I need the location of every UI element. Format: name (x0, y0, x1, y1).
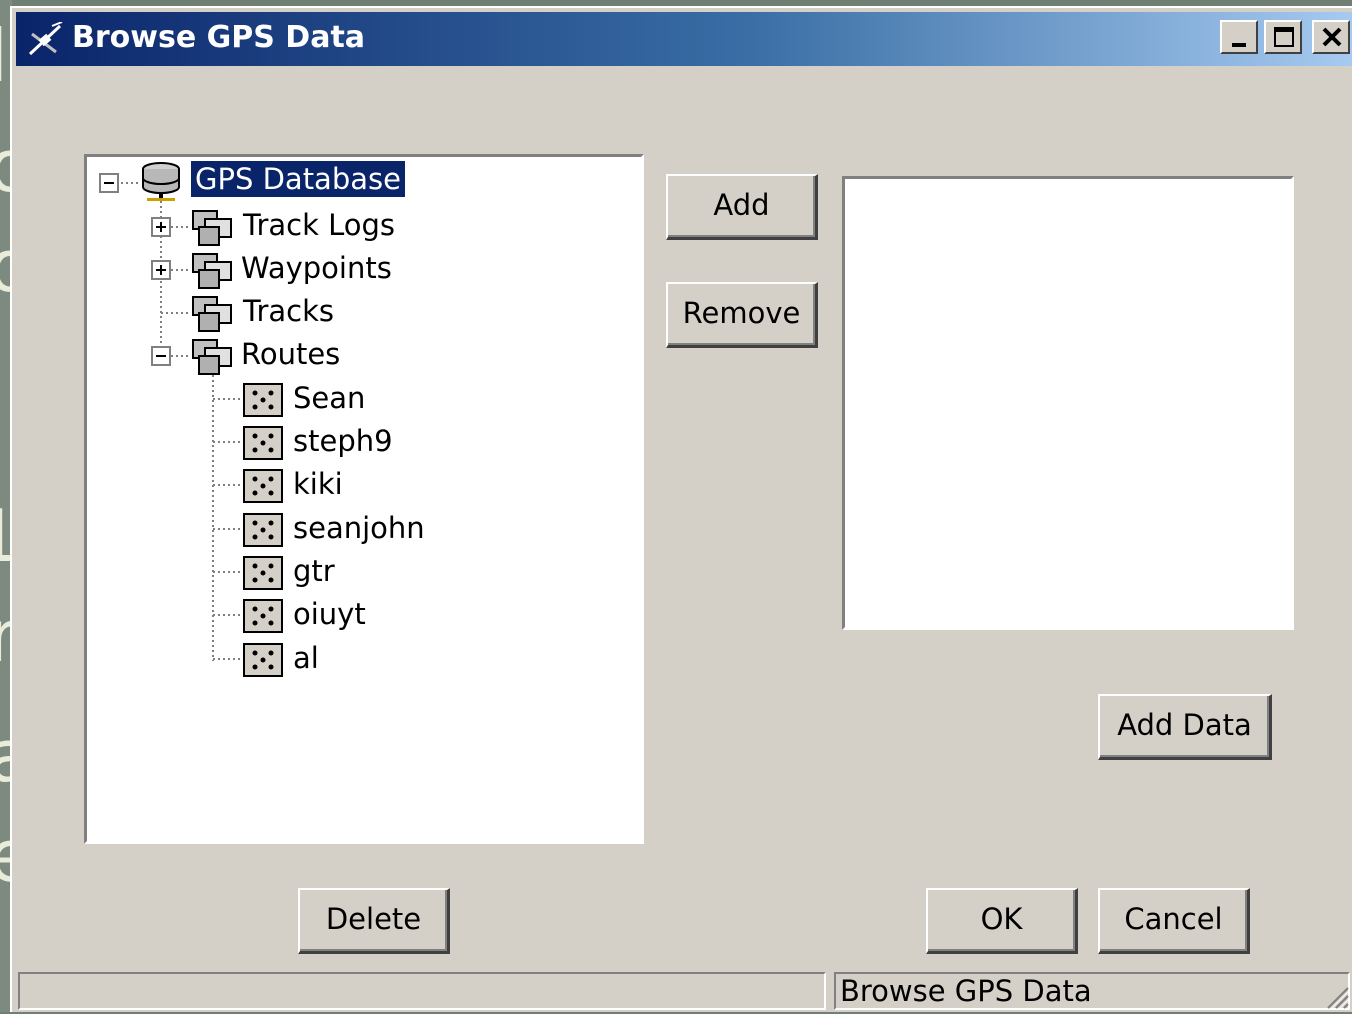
database-icon (142, 162, 180, 201)
tree-root-gps-database[interactable]: GPS Database (191, 161, 405, 197)
add-data-button[interactable]: Add Data (1098, 694, 1272, 760)
status-pane-left (18, 972, 826, 1010)
route-item-kiki[interactable]: kiki (289, 466, 347, 502)
tree-item-routes[interactable]: Routes (237, 336, 344, 372)
satellite-icon (28, 22, 63, 56)
cancel-button[interactable]: Cancel (1098, 888, 1250, 954)
minimize-icon (1232, 43, 1246, 47)
gps-tree-view[interactable]: GPS Database Track Logs Waypoints Tracks (84, 154, 644, 844)
delete-button[interactable]: Delete (298, 888, 450, 954)
ok-button[interactable]: OK (926, 888, 1078, 954)
close-icon (1322, 27, 1342, 47)
background-glyph: l (0, 20, 8, 92)
plus-icon (156, 222, 166, 232)
window-title: Browse GPS Data (72, 20, 366, 55)
folder-layers-icon (192, 210, 232, 246)
route-item-steph9[interactable]: steph9 (289, 423, 397, 459)
tree-item-tracks[interactable]: Tracks (239, 293, 338, 329)
plus-icon (156, 265, 166, 275)
remove-button[interactable]: Remove (666, 282, 818, 348)
route-item-gtr[interactable]: gtr (289, 553, 339, 589)
add-data-button-label: Add Data (1117, 708, 1252, 742)
close-button[interactable] (1312, 20, 1350, 54)
resize-grip-icon[interactable] (1324, 984, 1350, 1010)
ok-button-label: OK (980, 902, 1023, 936)
route-icon (243, 383, 283, 417)
folder-layers-icon (192, 339, 232, 375)
status-bar: Browse GPS Data (16, 972, 1352, 1014)
minus-icon (156, 355, 166, 357)
add-button[interactable]: Add (666, 174, 818, 240)
delete-button-label: Delete (325, 902, 422, 936)
collapse-expander[interactable] (99, 173, 119, 193)
route-icon (243, 469, 283, 503)
remove-button-label: Remove (682, 296, 801, 330)
expand-expander[interactable] (151, 260, 171, 280)
cancel-button-label: Cancel (1124, 902, 1223, 936)
route-icon (243, 599, 283, 633)
minimize-button[interactable] (1220, 20, 1258, 54)
route-icon (243, 643, 283, 677)
route-item-al[interactable]: al (289, 640, 323, 676)
maximize-button[interactable] (1264, 20, 1302, 54)
route-icon (243, 513, 283, 547)
maximize-icon (1274, 27, 1294, 47)
expand-expander[interactable] (151, 217, 171, 237)
collapse-expander[interactable] (151, 346, 171, 366)
add-button-label: Add (713, 188, 770, 222)
folder-layers-icon (192, 296, 232, 332)
minus-icon (104, 182, 114, 184)
status-pane-right: Browse GPS Data (834, 972, 1350, 1010)
route-item-oiuyt[interactable]: oiuyt (289, 596, 370, 632)
browse-gps-data-dialog: Browse GPS Data GPS Database Track Logs … (10, 6, 1352, 1012)
selected-data-list[interactable] (842, 176, 1294, 630)
tree-item-waypoints[interactable]: Waypoints (237, 250, 396, 286)
folder-layers-icon (192, 253, 232, 289)
route-item-sean[interactable]: Sean (289, 380, 369, 416)
route-item-seanjohn[interactable]: seanjohn (289, 510, 429, 546)
route-icon (243, 556, 283, 590)
tree-item-track-logs[interactable]: Track Logs (239, 207, 399, 243)
title-bar[interactable]: Browse GPS Data (16, 12, 1352, 66)
route-icon (243, 426, 283, 460)
